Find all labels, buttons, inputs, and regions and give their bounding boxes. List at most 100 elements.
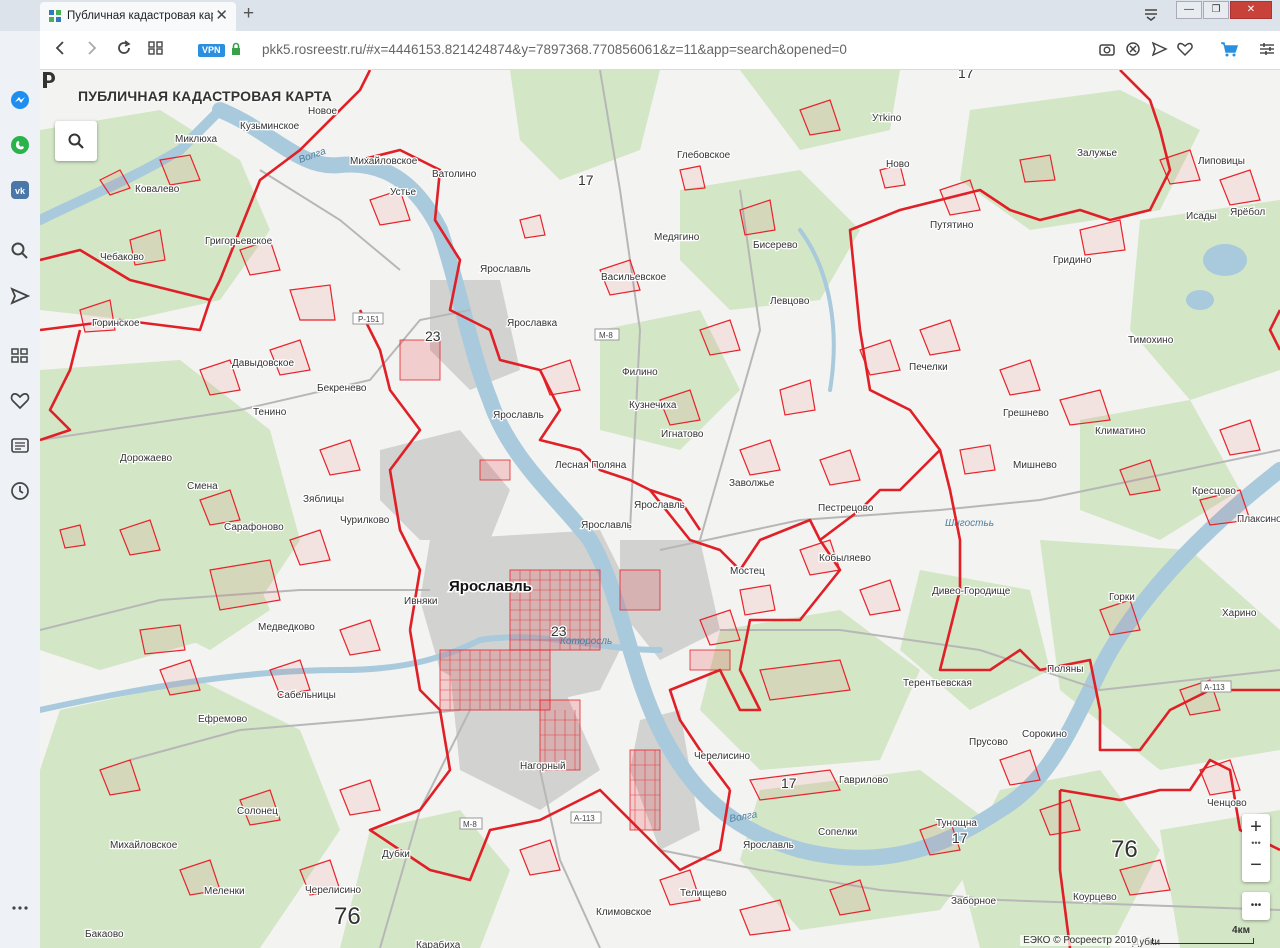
place-label: Заволжье — [729, 478, 775, 489]
more-icon[interactable] — [9, 897, 31, 919]
browser-tab[interactable]: Публичная кадастровая карт ✕ — [40, 2, 236, 31]
place-label: Кресцово — [1192, 486, 1236, 497]
place-label: Телищево — [680, 888, 727, 899]
place-label: Заборное — [951, 895, 997, 907]
heart-icon[interactable] — [9, 390, 31, 412]
place-label: Давыдовское — [232, 358, 294, 369]
place-label: Бекренево — [317, 383, 367, 394]
speed-dial-icon[interactable] — [9, 345, 31, 367]
cart-icon[interactable] — [1216, 40, 1242, 58]
whatsapp-icon[interactable] — [9, 134, 31, 156]
region-label: 23 — [425, 328, 441, 344]
place-label: Новое — [308, 106, 338, 117]
place-label: Пестрецово — [818, 503, 874, 514]
url-input[interactable]: pkk5.rosreestr.ru/#x=4446153.821424874&y… — [262, 42, 847, 57]
tab-bar: Публичная кадастровая карт ✕ + — ❐ ✕ — [0, 0, 1280, 31]
map-more-button[interactable]: ••• — [1242, 892, 1270, 920]
river-label: Которосль — [560, 636, 612, 647]
region-label: 23 — [551, 623, 567, 639]
place-label: Дивео-Городище — [932, 586, 1011, 597]
easy-setup-icon[interactable] — [1254, 40, 1280, 58]
place-label: Ковалево — [135, 184, 180, 195]
place-label: Ярославль — [634, 500, 685, 511]
place-label: Григорьевское — [205, 236, 273, 247]
map-search-button[interactable] — [55, 121, 97, 161]
share-send-icon[interactable] — [1146, 40, 1172, 58]
lock-icon[interactable] — [231, 42, 241, 56]
place-label: Смена — [187, 481, 218, 492]
place-label: Сорокино — [1022, 729, 1067, 740]
place-label: Харино — [1222, 608, 1257, 619]
vk-icon[interactable]: vk — [9, 179, 31, 201]
map-canvas[interactable]: Новое Кузьминское Михайловское Миклюха В… — [40, 70, 1280, 948]
reload-icon[interactable] — [115, 39, 133, 57]
search-icon[interactable] — [9, 240, 31, 262]
opera-sidebar: vk — [0, 0, 41, 948]
close-tab-icon[interactable]: ✕ — [215, 7, 228, 25]
minimize-button[interactable]: — — [1176, 1, 1202, 19]
place-label: Климатино — [1095, 426, 1146, 437]
region-label: 17 — [952, 830, 968, 846]
place-label: Михайловское — [350, 156, 418, 167]
bookmark-heart-icon[interactable] — [1172, 40, 1198, 58]
app-title: ПУБЛИЧНАЯ КАДАСТРОВАЯ КАРТА — [78, 88, 333, 104]
place-label: Печелки — [909, 362, 948, 373]
place-label: Ивняки — [404, 596, 437, 607]
place-label: Грешнево — [1003, 408, 1049, 419]
road-label: М-8 — [599, 331, 613, 340]
road-label: А-113 — [574, 814, 595, 823]
search-icon — [68, 133, 84, 149]
camera-icon[interactable] — [1094, 40, 1120, 58]
place-label: Поляны — [1047, 664, 1084, 675]
place-label: Горки — [1109, 592, 1135, 603]
rosreestr-favicon-icon — [49, 10, 61, 22]
tab-menu-icon[interactable] — [1142, 5, 1160, 23]
forward-icon[interactable] — [84, 39, 100, 57]
road-label: А-113 — [1204, 683, 1225, 692]
history-icon[interactable] — [9, 480, 31, 502]
place-label: Горинское — [92, 318, 140, 329]
vpn-badge[interactable]: VPN — [198, 44, 225, 57]
road-label: Р-151 — [358, 315, 380, 324]
place-label: Прусово — [969, 737, 1008, 748]
place-label: Черелисино — [694, 751, 751, 762]
place-label: Кобыляево — [819, 552, 871, 564]
place-label: Васильевское — [601, 272, 667, 283]
back-icon[interactable] — [52, 39, 68, 57]
place-label: Терентьевская — [903, 678, 972, 689]
zoom-out-button[interactable]: − — [1242, 854, 1270, 877]
adblock-icon[interactable] — [1120, 40, 1146, 58]
cadastral-map[interactable]: Новое Кузьминское Михайловское Миклюха В… — [40, 70, 1280, 948]
city-label: Ярославль — [449, 578, 532, 595]
tiles-icon[interactable] — [147, 39, 165, 57]
close-window-button[interactable]: ✕ — [1230, 1, 1272, 19]
place-label: Меленки — [204, 886, 245, 897]
maximize-button[interactable]: ❐ — [1203, 1, 1229, 19]
lake — [1186, 290, 1214, 310]
zoom-in-button[interactable]: + — [1242, 816, 1270, 839]
region-label: 76 — [334, 903, 361, 930]
place-label: Игнатово — [661, 429, 704, 440]
place-label: Ефремово — [198, 713, 248, 725]
place-label: Михайловское — [110, 840, 178, 851]
place-label: Медведково — [258, 622, 315, 633]
place-label: Ватолино — [432, 169, 477, 180]
news-icon[interactable] — [9, 435, 31, 457]
place-label: Бакаово — [85, 929, 124, 940]
place-label: Ярославль — [493, 410, 544, 421]
place-label: Нагорный — [520, 761, 566, 772]
place-label: Дорожаево — [120, 453, 172, 464]
send-icon[interactable] — [9, 285, 31, 307]
place-label: Дубки — [382, 848, 410, 860]
messenger-icon[interactable] — [9, 89, 31, 111]
place-label: Ярославль — [743, 840, 794, 851]
place-label: Ново — [886, 159, 910, 170]
place-label: Тимохино — [1128, 335, 1174, 346]
place-label: Медягино — [654, 232, 700, 243]
place-label: Гридино — [1053, 255, 1092, 266]
place-label: Солонец — [237, 806, 278, 817]
new-tab-button[interactable]: + — [243, 3, 254, 25]
river-label: Шигостьь — [945, 518, 994, 529]
region-label: 17 — [958, 70, 974, 81]
place-label: Кузьминское — [240, 121, 300, 132]
